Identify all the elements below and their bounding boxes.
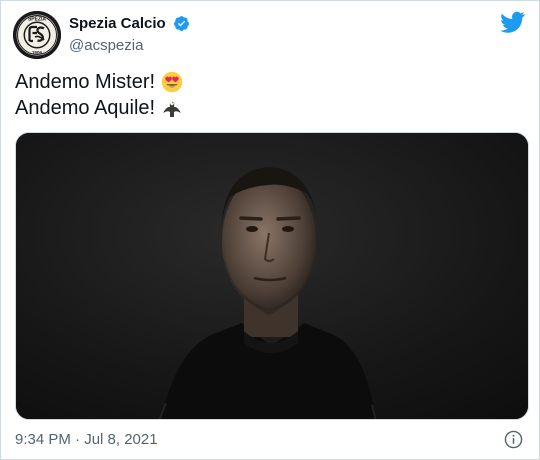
video-thumbnail[interactable] bbox=[15, 132, 529, 420]
heart-eyes-emoji-icon bbox=[161, 71, 183, 93]
tweet-line-2-text: Andemo Aquile! bbox=[15, 97, 156, 119]
author-block: Spezia Calcio @acspezia bbox=[69, 15, 190, 54]
timestamp[interactable]: 9:34 PM · Jul 8, 2021 bbox=[15, 431, 158, 448]
info-icon[interactable] bbox=[504, 430, 523, 449]
tweet-footer: 9:34 PM · Jul 8, 2021 bbox=[15, 429, 525, 451]
eagle-emoji-icon bbox=[161, 97, 183, 119]
avatar-year: 1906 bbox=[32, 50, 43, 55]
display-name[interactable]: Spezia Calcio bbox=[69, 15, 166, 32]
avatar[interactable]: SPEZIA 1906 bbox=[13, 11, 61, 59]
spezia-crest-icon: SPEZIA 1906 bbox=[13, 11, 61, 59]
user-handle[interactable]: @acspezia bbox=[69, 37, 190, 54]
tweet-line-1-text: Andemo Mister! bbox=[15, 71, 156, 93]
tweet-header: SPEZIA 1906 Spezia Calcio @acspezia bbox=[13, 11, 527, 61]
tweet-card: SPEZIA 1906 Spezia Calcio @acspezia Ande… bbox=[0, 0, 540, 460]
verified-badge-icon bbox=[173, 15, 190, 32]
video-still-image bbox=[16, 133, 528, 419]
tweet-line-1: Andemo Mister! bbox=[15, 69, 183, 95]
tweet-text: Andemo Mister! Andemo Aquile! bbox=[15, 69, 183, 121]
tweet-line-2: Andemo Aquile! bbox=[15, 95, 183, 121]
avatar-text: SPEZIA bbox=[28, 16, 46, 22]
twitter-bird-icon[interactable] bbox=[500, 11, 525, 33]
